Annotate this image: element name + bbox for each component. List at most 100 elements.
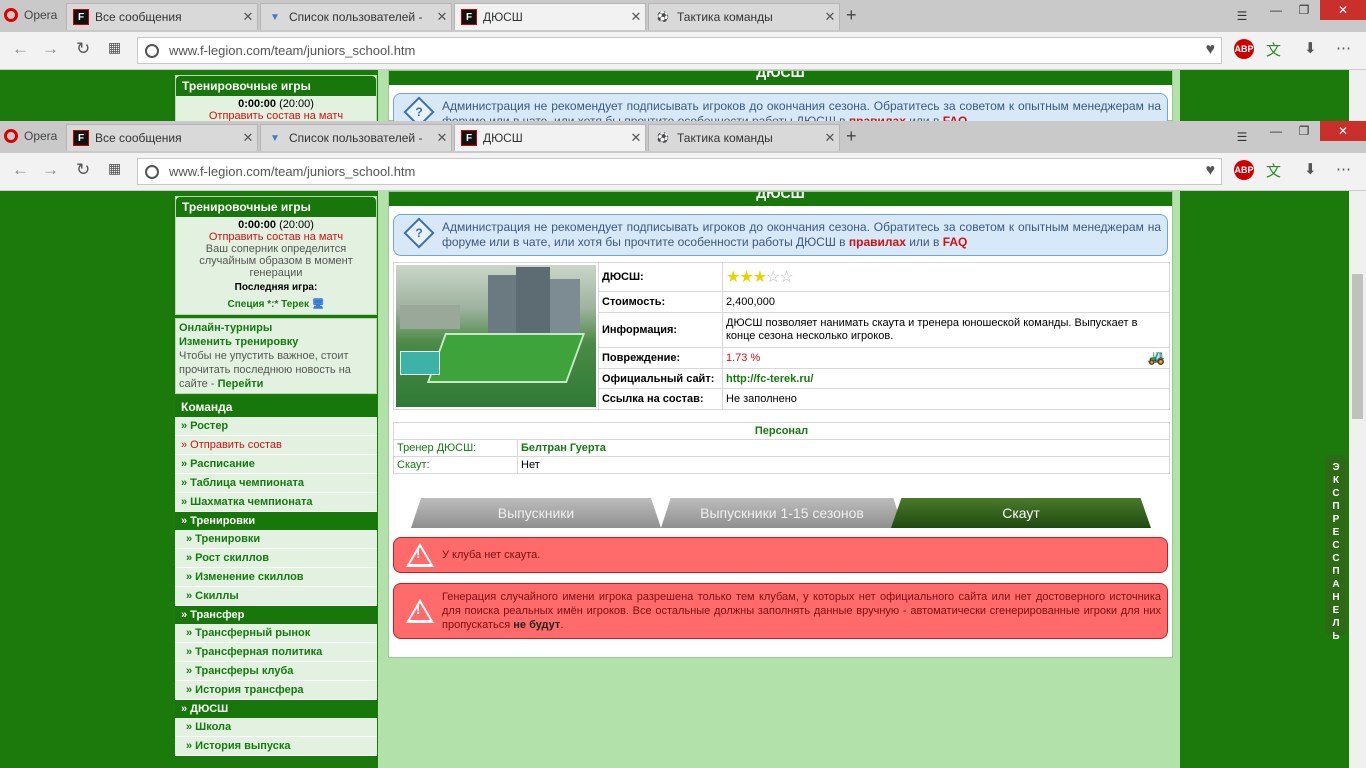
close-tab-icon[interactable]: ✕: [239, 130, 257, 146]
reload-icon[interactable]: ↻: [76, 160, 90, 180]
team-menu-title: Команда: [175, 397, 377, 417]
back-arrow-icon[interactable]: ←: [12, 160, 29, 180]
online-tournaments-link[interactable]: Онлайн-турниры: [179, 321, 373, 335]
address-bar[interactable]: www.f-legion.com/team/juniors_school.htm…: [137, 37, 1222, 64]
reload-icon[interactable]: ↻: [76, 39, 90, 59]
scrollbar-thumb[interactable]: [1352, 274, 1363, 419]
rules-link[interactable]: правилах: [849, 114, 906, 121]
monitor-icon[interactable]: 🖥: [312, 299, 325, 310]
sidebar-menu-item[interactable]: » Школа: [175, 718, 377, 737]
opera-menu-button[interactable]: Opera: [0, 124, 60, 148]
tab-user-list[interactable]: ▼ Список пользователей - ✕: [260, 124, 452, 151]
sidebar-menu-item[interactable]: » Трансферный рынок: [175, 624, 377, 643]
sidebar-menu-item[interactable]: » Трансфер: [175, 606, 377, 624]
address-toolbar: ← → ↻ ▦ www.f-legion.com/team/juniors_sc…: [0, 32, 1366, 70]
bookmark-heart-icon[interactable]: ♥: [1206, 162, 1216, 180]
tab-dyussh[interactable]: F ДЮСШ ✕: [454, 3, 646, 30]
coach-label: Тренер ДЮСШ:: [393, 439, 518, 457]
tab-all-messages[interactable]: F Все сообщения ✕: [66, 3, 258, 30]
forward-arrow-icon[interactable]: →: [42, 160, 59, 180]
tab-all-messages[interactable]: F Все сообщения ✕: [66, 124, 258, 151]
faq-link[interactable]: FAQ: [943, 235, 968, 249]
close-tab-icon[interactable]: ✕: [239, 9, 257, 25]
tab-menu-icon[interactable]: ☰: [1232, 127, 1252, 147]
restore-icon[interactable]: ❐: [1294, 0, 1314, 20]
change-training-link[interactable]: Изменить тренировку: [179, 335, 373, 349]
download-icon[interactable]: ⬇: [1304, 39, 1317, 57]
tab-team-tactics[interactable]: ⚽ Тактика команды ✕: [648, 3, 840, 30]
site-info-icon[interactable]: [145, 164, 159, 179]
sidebar-menu-item[interactable]: » Трансферная политика: [175, 643, 377, 662]
close-tab-icon[interactable]: ✕: [627, 130, 645, 146]
tab-scout[interactable]: Скаут: [891, 498, 1151, 528]
faq-link[interactable]: FAQ: [943, 114, 968, 121]
close-tab-icon[interactable]: ✕: [821, 9, 839, 25]
page-title: ДЮСШ: [389, 71, 1172, 85]
download-icon[interactable]: ⬇: [1304, 160, 1317, 178]
back-arrow-icon[interactable]: ←: [12, 39, 29, 59]
school-photo: [396, 265, 596, 407]
site-info-icon[interactable]: [145, 43, 159, 58]
speed-dial-grid-icon[interactable]: ▦: [108, 39, 121, 56]
send-lineup-link[interactable]: Отправить состав на матч: [176, 231, 376, 243]
menu-icon[interactable]: ⋯: [1336, 160, 1351, 178]
sidebar-menu-item[interactable]: » Таблица чемпионата: [175, 474, 377, 493]
sidebar-menu-item[interactable]: » Изменение скиллов: [175, 568, 377, 587]
sidebar-menu-item[interactable]: » Шахматка чемпионата: [175, 493, 377, 512]
window-close-icon[interactable]: ✕: [1320, 0, 1366, 20]
translate-icon[interactable]: 文: [1266, 39, 1281, 60]
menu-icon[interactable]: ⋯: [1336, 39, 1351, 57]
minimize-icon[interactable]: —: [1266, 121, 1286, 141]
sidebar-menu-item[interactable]: » История трансфера: [175, 681, 377, 700]
send-lineup-link[interactable]: Отправить состав на матч: [176, 110, 376, 121]
roster-label: Ссылка на состав:: [598, 388, 723, 410]
sidebar-menu-item[interactable]: » Ростер: [175, 417, 377, 436]
close-tab-icon[interactable]: ✕: [821, 130, 839, 146]
tab-user-list[interactable]: ▼ Список пользователей - ✕: [260, 3, 452, 30]
sidebar-menu-item[interactable]: » Тренировки: [175, 530, 377, 549]
tab-menu-icon[interactable]: ☰: [1232, 6, 1252, 26]
adblock-plus-icon[interactable]: ABP: [1234, 160, 1254, 180]
tab-graduates[interactable]: Выпускники: [411, 498, 661, 528]
official-site-link[interactable]: http://fc-terek.ru/: [726, 373, 813, 385]
sidebar-menu-item[interactable]: » История выпуска: [175, 737, 377, 756]
last-game-link[interactable]: Специя *:* Терек: [228, 299, 309, 310]
team-menu: » Ростер» Отправить состав» Расписание» …: [175, 417, 377, 756]
sidebar-menu-item[interactable]: » ДЮСШ: [175, 700, 377, 718]
tab-dyussh[interactable]: F ДЮСШ ✕: [454, 124, 646, 151]
bulldozer-icon[interactable]: 🚜: [1148, 349, 1165, 366]
rules-link[interactable]: правилах: [849, 235, 906, 249]
sidebar-menu-item[interactable]: » Расписание: [175, 455, 377, 474]
close-tab-icon[interactable]: ✕: [433, 9, 451, 25]
tab-team-tactics[interactable]: ⚽ Тактика команды ✕: [648, 124, 840, 151]
scrollbar[interactable]: [1349, 70, 1366, 121]
address-bar[interactable]: www.f-legion.com/team/juniors_school.htm…: [137, 158, 1222, 185]
sidebar: Тренировочные игры 0:00:00 (20:00) Отпра…: [175, 196, 377, 756]
speed-dial-grid-icon[interactable]: ▦: [108, 160, 121, 177]
tab-graduates-1-15[interactable]: Выпускники 1-15 сезонов: [661, 498, 903, 528]
bookmark-heart-icon[interactable]: ♥: [1206, 41, 1216, 59]
sidebar-menu-item[interactable]: » Тренировки: [175, 512, 377, 530]
translate-icon[interactable]: 文: [1266, 160, 1281, 181]
new-tab-button[interactable]: +: [846, 5, 857, 26]
window-close-icon[interactable]: ✕: [1320, 121, 1366, 141]
scrollbar[interactable]: [1349, 191, 1366, 768]
sidebar-menu-item[interactable]: » Отправить состав: [175, 436, 377, 455]
staff-title: Персонал: [393, 422, 1170, 440]
adblock-plus-icon[interactable]: ABP: [1234, 39, 1254, 59]
restore-icon[interactable]: ❐: [1294, 121, 1314, 141]
school-photo-cell: [393, 262, 599, 410]
opera-menu-button[interactable]: Opera: [0, 3, 60, 27]
go-link[interactable]: Перейти: [218, 378, 264, 390]
sidebar-menu-item[interactable]: » Трансферы клуба: [175, 662, 377, 681]
express-panel-button[interactable]: ЭКСПРЕСС ПАНЕЛЬ: [1325, 455, 1347, 642]
new-tab-button[interactable]: +: [846, 126, 857, 147]
close-tab-icon[interactable]: ✕: [433, 130, 451, 146]
forward-arrow-icon[interactable]: →: [42, 39, 59, 59]
close-tab-icon[interactable]: ✕: [627, 9, 645, 25]
sidebar-menu-item[interactable]: » Рост скиллов: [175, 549, 377, 568]
sidebar-menu-item[interactable]: » Скиллы: [175, 587, 377, 606]
minimize-icon[interactable]: —: [1266, 0, 1286, 20]
coach-link[interactable]: Белтран Гуерта: [521, 442, 606, 454]
opponent-note: Ваш соперник определится случайным образ…: [199, 243, 353, 279]
